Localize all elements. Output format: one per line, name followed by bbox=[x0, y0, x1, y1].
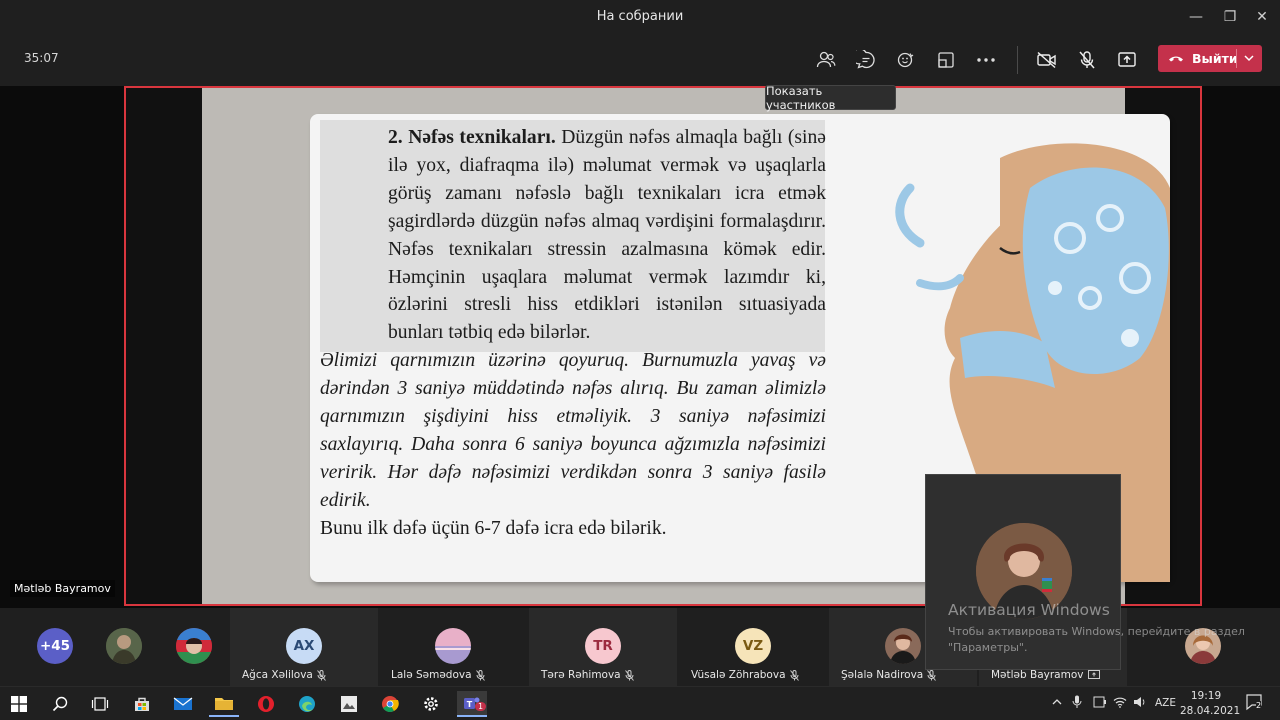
more-participants-button[interactable]: +45 bbox=[37, 628, 73, 664]
mic-off-icon bbox=[927, 669, 937, 681]
participant-name-text: Tərə Rəhimova bbox=[541, 669, 621, 681]
meeting-control-bar: 35:07 Выйти bbox=[0, 34, 1280, 86]
mic-off-icon bbox=[475, 669, 485, 681]
leave-button[interactable]: Выйти bbox=[1158, 45, 1262, 72]
windows-taskbar: T 1 AZE 19:19 28.04.2021 2 bbox=[0, 686, 1280, 720]
participant-name-text: Mətləb Bayramov bbox=[991, 669, 1084, 681]
participant-tile[interactable]: AX Ağca Xəlilova bbox=[230, 608, 378, 686]
participant-tile[interactable]: VZ Vüsalə Zöhrabova bbox=[679, 608, 827, 686]
control-separator bbox=[1017, 46, 1018, 74]
share-icon[interactable] bbox=[1112, 46, 1142, 74]
screen-share-status-icon bbox=[1087, 669, 1100, 679]
svg-text:T: T bbox=[467, 700, 473, 709]
clock-time: 19:19 bbox=[1190, 690, 1222, 702]
participant-photo[interactable] bbox=[176, 628, 212, 664]
participant-name: Ağca Xəlilova bbox=[242, 669, 326, 681]
participant-name: Şəlalə Nadirova bbox=[841, 669, 937, 681]
participants-tooltip: Показать участников bbox=[765, 84, 896, 112]
settings-gear-icon[interactable] bbox=[416, 691, 446, 717]
mic-off-icon bbox=[316, 669, 326, 681]
participant-name-text: Vüsalə Zöhrabova bbox=[691, 669, 786, 681]
mail-icon[interactable] bbox=[168, 691, 198, 717]
search-icon[interactable] bbox=[45, 691, 75, 717]
participant-name: Tərə Rəhimova bbox=[541, 669, 634, 681]
close-button[interactable]: ✕ bbox=[1244, 0, 1280, 34]
tray-wifi-icon[interactable] bbox=[1113, 696, 1127, 711]
mic-off-icon[interactable] bbox=[1072, 46, 1102, 74]
participant-name-text: Ağca Xəlilova bbox=[242, 669, 313, 681]
camera-off-icon[interactable] bbox=[1032, 46, 1062, 74]
task-view-icon[interactable] bbox=[85, 691, 115, 717]
tray-battery-icon[interactable] bbox=[1093, 696, 1107, 711]
more-icon[interactable] bbox=[971, 46, 1001, 74]
participants-icon[interactable] bbox=[811, 46, 841, 74]
photo-editor-icon[interactable] bbox=[334, 691, 364, 717]
slide-paragraph-3: Bunu ilk dəfə üçün 6-7 dəfə icra edə bil… bbox=[320, 517, 667, 539]
leave-label: Выйти bbox=[1192, 51, 1238, 66]
participant-name-text: Lalə Səmədova bbox=[391, 669, 472, 681]
participant-name: Mətləb Bayramov bbox=[991, 669, 1100, 681]
meeting-timer: 35:07 bbox=[24, 51, 59, 65]
taskbar-clock[interactable]: 19:19 28.04.2021 bbox=[1180, 689, 1241, 719]
participant-tile[interactable]: Lalə Səmədova bbox=[379, 608, 527, 686]
show-hidden-icons-chevron-icon[interactable] bbox=[1052, 697, 1062, 709]
chat-icon[interactable] bbox=[851, 46, 881, 74]
participant-name: Lalə Səmədova bbox=[391, 669, 485, 681]
participant-avatar: TR bbox=[585, 628, 621, 664]
chrome-browser-icon[interactable] bbox=[375, 691, 405, 717]
notification-center-icon[interactable]: 2 bbox=[1245, 693, 1263, 714]
slide-paragraph-1: Düzgün nəfəs almaqla bağlı (sinə ilə yox… bbox=[388, 127, 826, 344]
participant-avatar bbox=[885, 628, 921, 664]
teams-notification-badge: 1 bbox=[475, 702, 487, 711]
reactions-icon[interactable] bbox=[891, 46, 921, 74]
participant-name-text: Şəlalə Nadirova bbox=[841, 669, 924, 681]
participant-tile[interactable]: TR Tərə Rəhimova bbox=[529, 608, 677, 686]
windows-start-icon[interactable] bbox=[4, 691, 34, 717]
slide-paragraph-2: Əlimizi qarnımızın üzərinə qoyuruq. Burn… bbox=[320, 350, 826, 511]
mic-off-icon bbox=[624, 669, 634, 681]
tray-microphone-icon[interactable] bbox=[1072, 695, 1082, 712]
opera-browser-icon[interactable] bbox=[251, 691, 281, 717]
input-language[interactable]: AZE bbox=[1155, 697, 1176, 709]
presenter-name-tag: Mətləb Bayramov bbox=[10, 580, 115, 597]
shared-content-stage: 2. Nəfəs texnikaları. Düzgün nəfəs almaq… bbox=[0, 86, 1280, 670]
phone-hangup-icon bbox=[1169, 56, 1183, 61]
notification-count: 2 bbox=[1256, 701, 1262, 710]
title-bar: На собрании — ❐ ✕ bbox=[0, 0, 1280, 34]
store-icon[interactable] bbox=[127, 691, 157, 717]
participant-avatar: AX bbox=[286, 628, 322, 664]
participant-photo[interactable] bbox=[106, 628, 142, 664]
windows-activation-title: Активация Windows bbox=[948, 601, 1110, 619]
windows-activation-hint: Чтобы активировать Windows, перейдите в … bbox=[948, 625, 1245, 654]
slide-heading: 2. Nəfəs texnikaları. bbox=[388, 127, 556, 148]
slide-text: 2. Nəfəs texnikaları. Düzgün nəfəs almaq… bbox=[320, 124, 826, 543]
file-explorer-icon[interactable] bbox=[209, 691, 239, 717]
maximize-button[interactable]: ❐ bbox=[1212, 0, 1248, 34]
tray-volume-icon[interactable] bbox=[1133, 696, 1147, 711]
participant-avatar: VZ bbox=[735, 628, 771, 664]
window-title: На собрании bbox=[596, 9, 684, 24]
chevron-down-icon[interactable] bbox=[1242, 48, 1256, 68]
teams-icon[interactable]: T 1 bbox=[457, 691, 487, 717]
edge-browser-icon[interactable] bbox=[292, 691, 322, 717]
mic-off-icon bbox=[789, 669, 799, 681]
participant-avatar bbox=[435, 628, 471, 664]
rooms-icon[interactable] bbox=[931, 46, 961, 74]
clock-date: 28.04.2021 bbox=[1180, 705, 1241, 717]
participants-overflow-area: +45 bbox=[0, 608, 230, 686]
participant-name: Vüsalə Zöhrabova bbox=[691, 669, 799, 681]
leave-split-divider bbox=[1236, 49, 1237, 68]
minimize-button[interactable]: — bbox=[1178, 0, 1214, 34]
